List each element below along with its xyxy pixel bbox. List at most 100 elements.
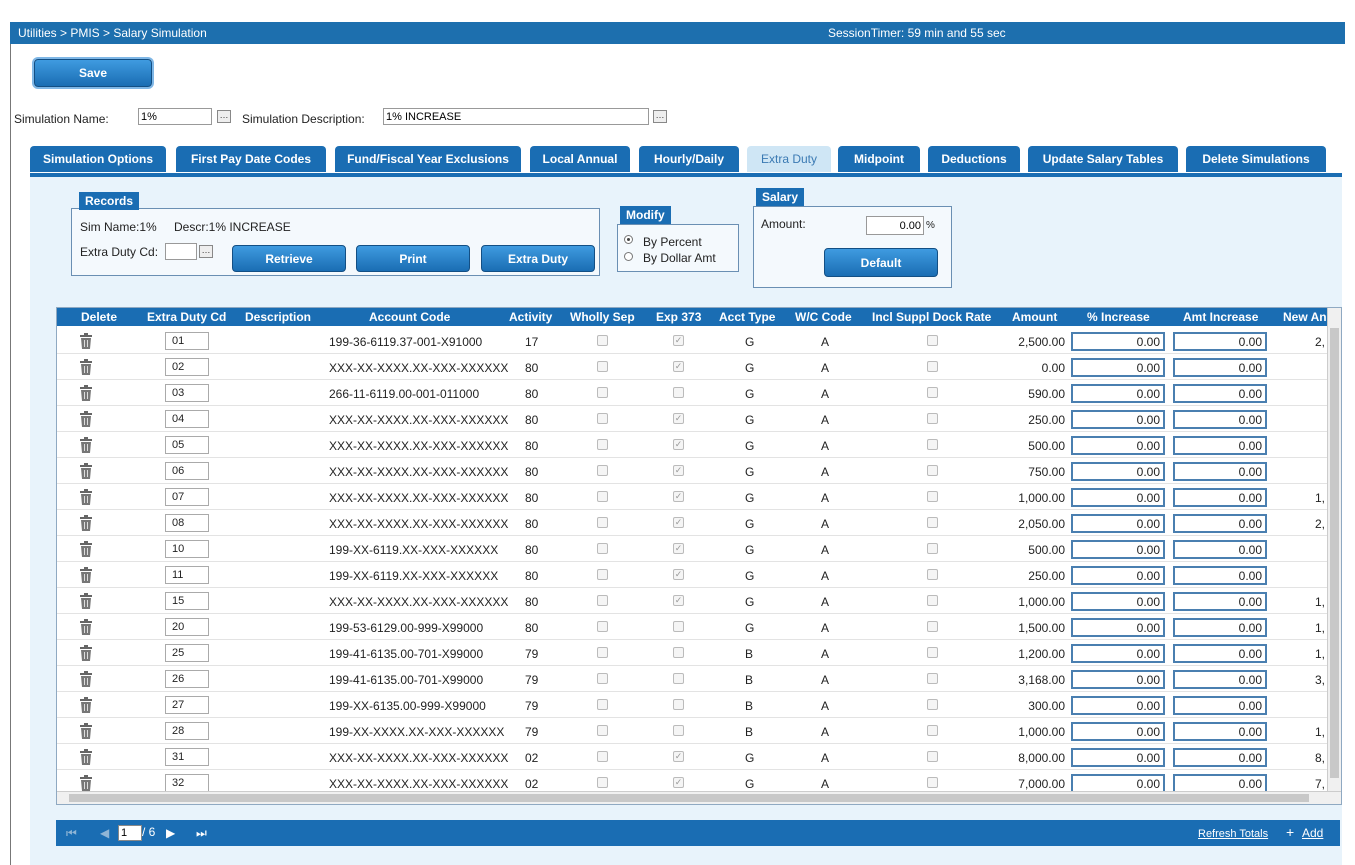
add-link[interactable]: Add [1302, 826, 1323, 840]
wholly-sep-checkbox[interactable] [597, 361, 608, 372]
refresh-totals-link[interactable]: Refresh Totals [1198, 828, 1268, 840]
column-header[interactable]: Acct Type [719, 310, 775, 324]
exp-373-checkbox[interactable]: ✓ [673, 413, 684, 424]
simulation-description-lookup-icon[interactable]: … [653, 110, 667, 123]
incl-suppl-dock-rate-checkbox[interactable] [927, 517, 938, 528]
delete-row-icon[interactable] [79, 671, 93, 687]
tab-hourly-daily[interactable]: Hourly/Daily [639, 146, 739, 172]
wholly-sep-checkbox[interactable] [597, 413, 608, 424]
wholly-sep-checkbox[interactable] [597, 647, 608, 658]
delete-row-icon[interactable] [79, 437, 93, 453]
exp-373-checkbox[interactable]: ✓ [673, 777, 684, 788]
tab-local-annual[interactable]: Local Annual [530, 146, 630, 172]
extra-duty-button[interactable]: Extra Duty [481, 245, 595, 272]
horizontal-scrollbar[interactable] [57, 791, 1341, 804]
column-header[interactable]: Incl Suppl Dock Rate [872, 310, 991, 324]
delete-row-icon[interactable] [79, 333, 93, 349]
percent-increase-input[interactable]: 0.00 [1071, 462, 1165, 481]
column-header[interactable]: W/C Code [795, 310, 852, 324]
exp-373-checkbox[interactable] [673, 725, 684, 736]
amount-increase-input[interactable]: 0.00 [1173, 462, 1267, 481]
amount-increase-input[interactable]: 0.00 [1173, 592, 1267, 611]
tab-extra-duty[interactable]: Extra Duty [747, 146, 831, 172]
wholly-sep-checkbox[interactable] [597, 439, 608, 450]
simulation-name-lookup-icon[interactable]: … [217, 110, 231, 123]
percent-increase-input[interactable]: 0.00 [1071, 722, 1165, 741]
incl-suppl-dock-rate-checkbox[interactable] [927, 387, 938, 398]
amount-increase-input[interactable]: 0.00 [1173, 384, 1267, 403]
delete-row-icon[interactable] [79, 359, 93, 375]
percent-increase-input[interactable]: 0.00 [1071, 696, 1165, 715]
exp-373-checkbox[interactable]: ✓ [673, 465, 684, 476]
print-button[interactable]: Print [356, 245, 470, 272]
page-select[interactable]: 1 [118, 825, 142, 841]
delete-row-icon[interactable] [79, 645, 93, 661]
exp-373-checkbox[interactable] [673, 647, 684, 658]
incl-suppl-dock-rate-checkbox[interactable] [927, 595, 938, 606]
save-button[interactable]: Save [34, 59, 152, 87]
exp-373-checkbox[interactable]: ✓ [673, 569, 684, 580]
incl-suppl-dock-rate-checkbox[interactable] [927, 699, 938, 710]
column-header[interactable]: % Increase [1087, 310, 1150, 324]
column-header[interactable]: Delete [81, 310, 117, 324]
scrollbar-thumb[interactable] [1330, 328, 1339, 778]
exp-373-checkbox[interactable]: ✓ [673, 335, 684, 346]
incl-suppl-dock-rate-checkbox[interactable] [927, 621, 938, 632]
wholly-sep-checkbox[interactable] [597, 621, 608, 632]
delete-row-icon[interactable] [79, 385, 93, 401]
delete-row-icon[interactable] [79, 463, 93, 479]
incl-suppl-dock-rate-checkbox[interactable] [927, 647, 938, 658]
tab-first-pay-date-codes[interactable]: First Pay Date Codes [176, 146, 326, 172]
amount-increase-input[interactable]: 0.00 [1173, 748, 1267, 767]
wholly-sep-checkbox[interactable] [597, 543, 608, 554]
delete-row-icon[interactable] [79, 567, 93, 583]
column-header[interactable]: Description [245, 310, 311, 324]
simulation-name-input[interactable] [138, 108, 212, 125]
exp-373-checkbox[interactable]: ✓ [673, 543, 684, 554]
percent-increase-input[interactable]: 0.00 [1071, 358, 1165, 377]
column-header[interactable]: Amt Increase [1183, 310, 1258, 324]
by-percent-radio[interactable] [624, 235, 633, 244]
amount-increase-input[interactable]: 0.00 [1173, 410, 1267, 429]
percent-increase-input[interactable]: 0.00 [1071, 618, 1165, 637]
amount-increase-input[interactable]: 0.00 [1173, 540, 1267, 559]
percent-increase-input[interactable]: 0.00 [1071, 410, 1165, 429]
column-header[interactable]: New An [1283, 310, 1327, 324]
wholly-sep-checkbox[interactable] [597, 387, 608, 398]
simulation-description-input[interactable] [383, 108, 649, 125]
delete-row-icon[interactable] [79, 697, 93, 713]
amount-increase-input[interactable]: 0.00 [1173, 436, 1267, 455]
wholly-sep-checkbox[interactable] [597, 751, 608, 762]
amount-increase-input[interactable]: 0.00 [1173, 644, 1267, 663]
percent-increase-input[interactable]: 0.00 [1071, 384, 1165, 403]
incl-suppl-dock-rate-checkbox[interactable] [927, 439, 938, 450]
percent-increase-input[interactable]: 0.00 [1071, 332, 1165, 351]
wholly-sep-checkbox[interactable] [597, 491, 608, 502]
column-header[interactable]: Amount [1012, 310, 1057, 324]
wholly-sep-checkbox[interactable] [597, 725, 608, 736]
exp-373-checkbox[interactable]: ✓ [673, 491, 684, 502]
exp-373-checkbox[interactable]: ✓ [673, 517, 684, 528]
tab-update-salary-tables[interactable]: Update Salary Tables [1028, 146, 1178, 172]
incl-suppl-dock-rate-checkbox[interactable] [927, 465, 938, 476]
scrollbar-thumb[interactable] [69, 794, 1309, 802]
salary-amount-input[interactable] [866, 216, 924, 235]
incl-suppl-dock-rate-checkbox[interactable] [927, 673, 938, 684]
percent-increase-input[interactable]: 0.00 [1071, 592, 1165, 611]
percent-increase-input[interactable]: 0.00 [1071, 514, 1165, 533]
amount-increase-input[interactable]: 0.00 [1173, 566, 1267, 585]
delete-row-icon[interactable] [79, 723, 93, 739]
amount-increase-input[interactable]: 0.00 [1173, 722, 1267, 741]
wholly-sep-checkbox[interactable] [597, 595, 608, 606]
incl-suppl-dock-rate-checkbox[interactable] [927, 491, 938, 502]
exp-373-checkbox[interactable] [673, 699, 684, 710]
amount-increase-input[interactable]: 0.00 [1173, 696, 1267, 715]
delete-row-icon[interactable] [79, 775, 93, 791]
wholly-sep-checkbox[interactable] [597, 699, 608, 710]
delete-row-icon[interactable] [79, 593, 93, 609]
column-header[interactable]: Exp 373 [656, 310, 701, 324]
percent-increase-input[interactable]: 0.00 [1071, 488, 1165, 507]
incl-suppl-dock-rate-checkbox[interactable] [927, 543, 938, 554]
wholly-sep-checkbox[interactable] [597, 335, 608, 346]
percent-increase-input[interactable]: 0.00 [1071, 436, 1165, 455]
